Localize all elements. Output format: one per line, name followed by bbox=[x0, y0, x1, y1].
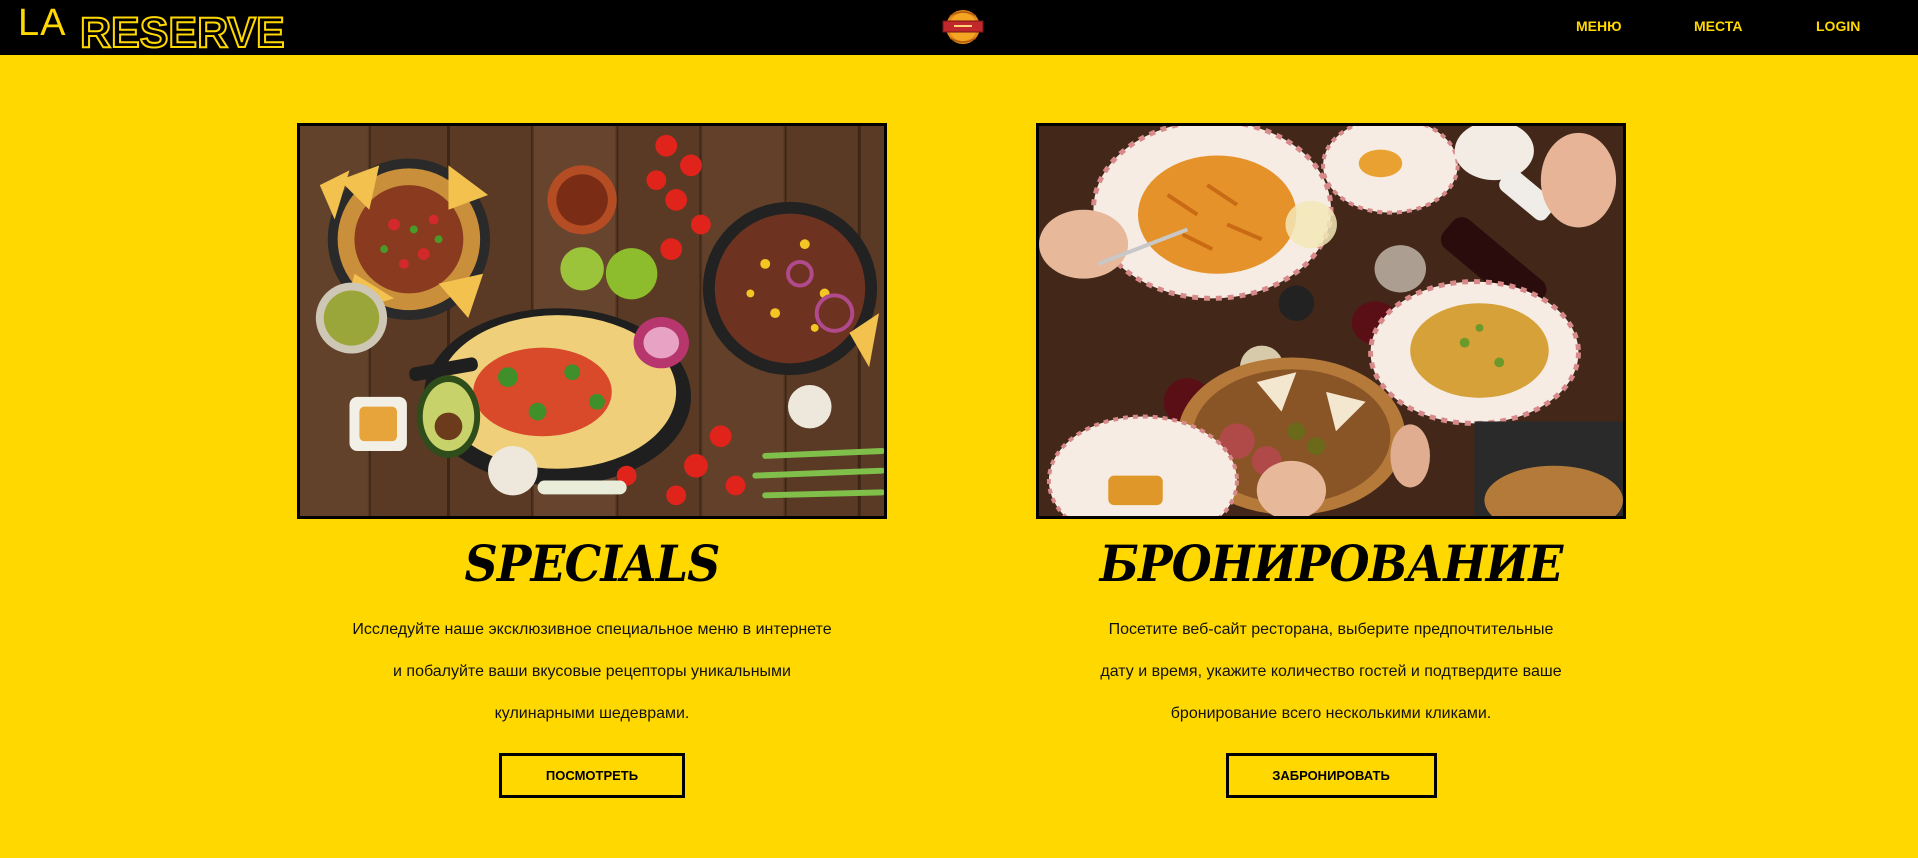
view-specials-button[interactable]: ПОСМОТРЕТЬ bbox=[499, 753, 685, 798]
book-table-button[interactable]: ЗАБРОНИРОВАТЬ bbox=[1225, 753, 1437, 798]
description-line: Посетите веб-сайт ресторана, выберите пр… bbox=[1108, 621, 1554, 638]
booking-dinner-image bbox=[1036, 123, 1626, 519]
description-line: кулинарными шедеврами. bbox=[494, 705, 690, 722]
description-line: Исследуйте наше эксклюзивное специальное… bbox=[352, 621, 832, 638]
description-line: дату и время, укажите количество гостей … bbox=[1100, 663, 1562, 680]
nav-link-menu[interactable]: МЕНЮ bbox=[1576, 18, 1622, 34]
nav-link-login[interactable]: LOGIN bbox=[1816, 18, 1860, 34]
booking-description: Посетите веб-сайт ресторана, выберите пр… bbox=[1036, 609, 1626, 735]
description-line: и побалуйте ваши вкусовые рецепторы уник… bbox=[393, 663, 791, 680]
logo-reserve-text: RESERVE bbox=[79, 9, 286, 57]
specials-card: SPECIALS Исследуйте наше эксклюзивное сп… bbox=[297, 123, 887, 798]
specials-description: Исследуйте наше эксклюзивное специальное… bbox=[297, 609, 887, 735]
nav-link-places[interactable]: МЕСТА bbox=[1694, 18, 1743, 34]
restaurant-emblem-icon[interactable] bbox=[940, 8, 986, 46]
navbar: LA RESERVE МЕНЮ МЕСТА LOGIN bbox=[0, 0, 1918, 57]
specials-title: SPECIALS bbox=[464, 534, 721, 593]
specials-food-image bbox=[297, 123, 887, 519]
logo-la-text: LA bbox=[18, 2, 67, 44]
booking-title: БРОНИРОВАНИЕ bbox=[1099, 534, 1564, 593]
booking-card: БРОНИРОВАНИЕ Посетите веб-сайт ресторана… bbox=[1036, 123, 1626, 798]
description-line: бронирование всего несколькими кликами. bbox=[1170, 705, 1492, 722]
